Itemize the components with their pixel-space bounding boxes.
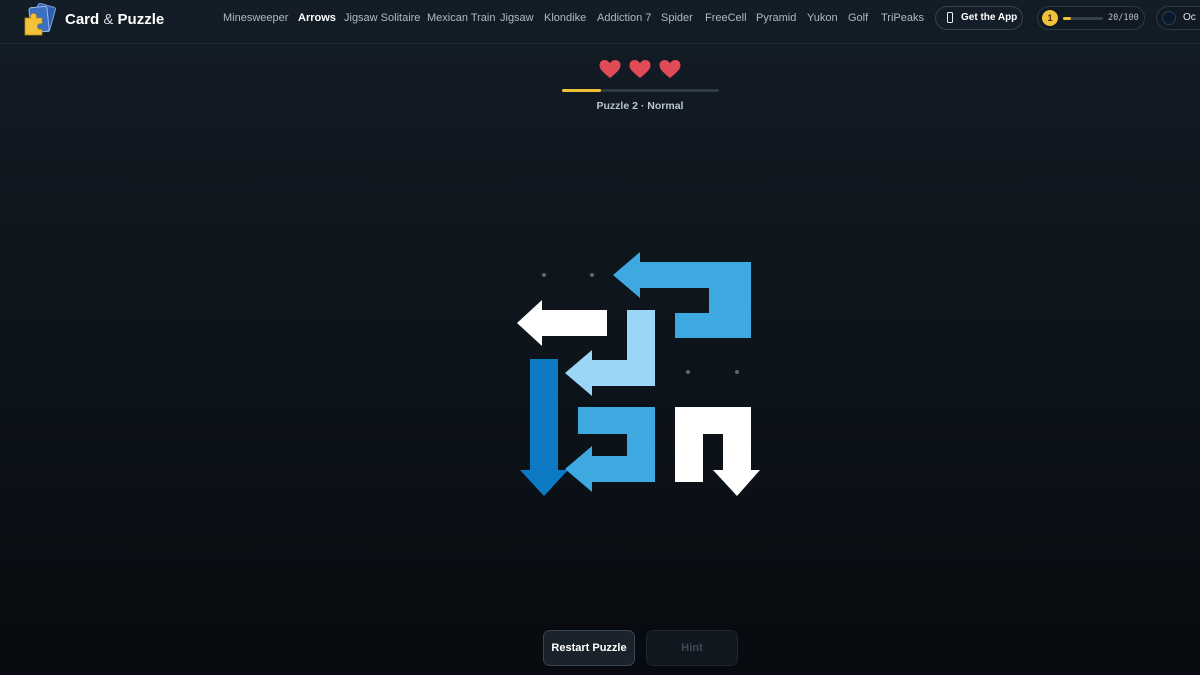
brand-name-second: Puzzle bbox=[117, 11, 165, 28]
xp-progress-track bbox=[1063, 17, 1103, 20]
nav-item-mexican-train[interactable]: Mexican Train bbox=[427, 12, 495, 24]
game-page: Card & Puzzle Minesweeper Arrows Jigsaw … bbox=[0, 0, 1200, 675]
nav-item-golf[interactable]: Golf bbox=[848, 12, 868, 24]
heart-icon bbox=[629, 59, 651, 79]
card-puzzle-logo-icon[interactable] bbox=[21, 2, 61, 38]
nav-item-addiction-7[interactable]: Addiction 7 bbox=[597, 12, 651, 24]
arrow-left-column[interactable] bbox=[520, 359, 568, 496]
arrows-puzzle-board bbox=[517, 252, 760, 496]
level-coin-badge: 1 bbox=[1042, 10, 1058, 26]
nav-item-pyramid[interactable]: Pyramid bbox=[756, 12, 796, 24]
arrow-bottom-right[interactable] bbox=[675, 407, 760, 496]
empty-cell-dot bbox=[590, 273, 594, 277]
heart-icon bbox=[599, 59, 621, 79]
hint-button[interactable]: Hint bbox=[646, 630, 738, 666]
nav-item-minesweeper[interactable]: Minesweeper bbox=[223, 12, 288, 24]
top-navigation-bar: Card & Puzzle Minesweeper Arrows Jigsaw … bbox=[0, 0, 1200, 44]
arrow-top-left[interactable] bbox=[517, 300, 607, 346]
brand-name[interactable]: Card & Puzzle bbox=[65, 11, 164, 28]
empty-cell-dot bbox=[735, 370, 739, 374]
get-the-app-label: Get the App bbox=[961, 12, 1018, 23]
brand-ampersand: & bbox=[103, 11, 114, 28]
heart-icon bbox=[659, 59, 681, 79]
empty-cell-dot bbox=[686, 370, 690, 374]
xp-progress-text: 20/100 bbox=[1108, 13, 1139, 23]
nav-item-klondike[interactable]: Klondike bbox=[544, 12, 586, 24]
phone-icon bbox=[947, 12, 953, 23]
nav-item-spider[interactable]: Spider bbox=[661, 12, 693, 24]
lives-indicator bbox=[598, 59, 688, 79]
puzzle-progress-track bbox=[562, 89, 719, 92]
nav-item-tripeaks[interactable]: TriPeaks bbox=[881, 12, 924, 24]
puzzle-progress-fill bbox=[562, 89, 602, 92]
arrow-bottom-middle[interactable] bbox=[565, 407, 655, 492]
nav-item-freecell[interactable]: FreeCell bbox=[705, 12, 747, 24]
nav-item-jigsaw[interactable]: Jigsaw bbox=[500, 12, 534, 24]
brand-name-first: Card bbox=[65, 11, 100, 28]
nav-item-arrows[interactable]: Arrows bbox=[298, 12, 336, 24]
get-the-app-button[interactable]: Get the App bbox=[935, 6, 1023, 30]
theme-label: Oc bbox=[1183, 12, 1196, 23]
puzzle-level-label: Puzzle 2 · Normal bbox=[596, 100, 684, 112]
restart-puzzle-button[interactable]: Restart Puzzle bbox=[543, 630, 635, 666]
xp-progress-fill bbox=[1063, 17, 1071, 20]
theme-selector[interactable]: Oc bbox=[1156, 6, 1200, 30]
empty-cell-dot bbox=[542, 273, 546, 277]
theme-swatch-icon bbox=[1162, 11, 1176, 25]
nav-item-jigsaw-solitaire[interactable]: Jigsaw Solitaire bbox=[344, 12, 420, 24]
player-level-progress[interactable]: 1 20/100 bbox=[1037, 6, 1145, 30]
nav-item-yukon[interactable]: Yukon bbox=[807, 12, 838, 24]
